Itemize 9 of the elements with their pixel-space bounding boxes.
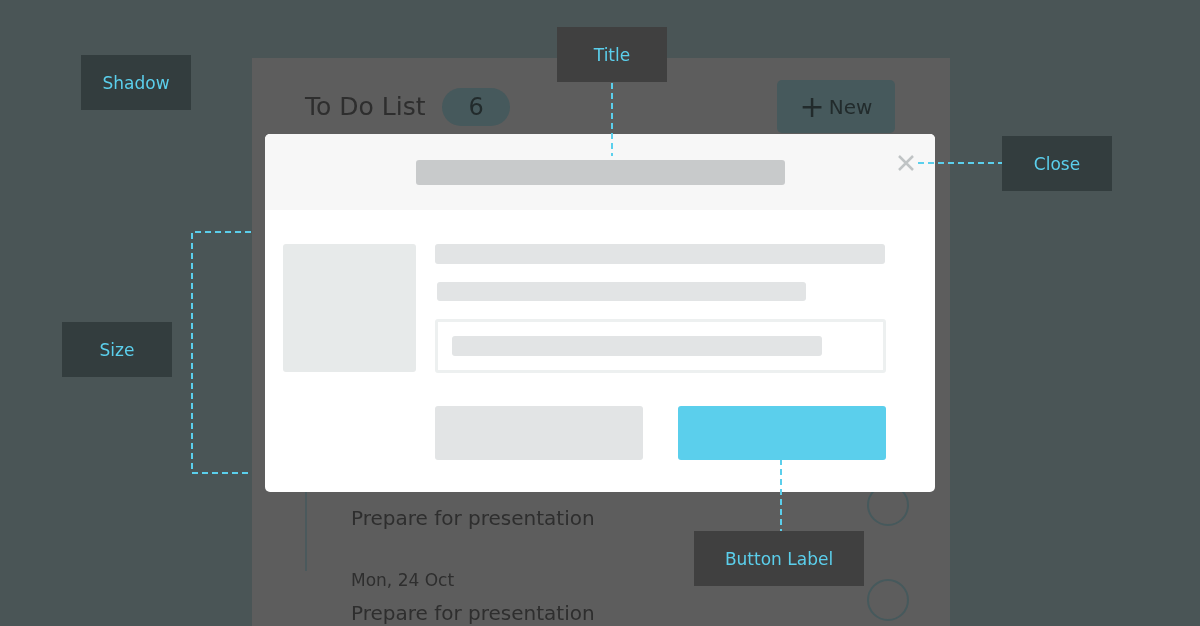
annotation-label: Button Label <box>694 531 864 586</box>
annotation-label: Title <box>557 27 667 82</box>
annotation-label: Shadow <box>81 55 191 110</box>
primary-button[interactable] <box>678 406 886 460</box>
leader-line <box>780 459 782 531</box>
close-button[interactable] <box>897 154 915 172</box>
annotation-label: Size <box>62 322 172 377</box>
annotation-label: Close <box>1002 136 1112 191</box>
secondary-button[interactable] <box>435 406 643 460</box>
